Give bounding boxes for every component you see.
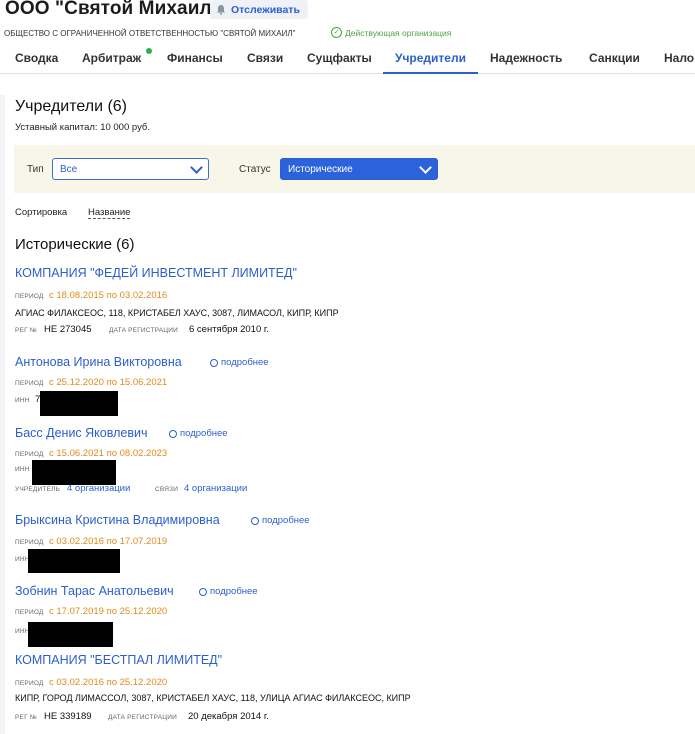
inn-caption: инн (15, 397, 30, 404)
tab-founders[interactable]: Учредители (395, 51, 466, 65)
chevron-down-icon (419, 161, 432, 174)
status-select[interactable]: Исторические (280, 158, 438, 180)
reg-date-value: 20 декабря 2014 г. (188, 711, 269, 722)
reg-date-value: 6 сентября 2010 г. (189, 324, 269, 335)
notification-dot (146, 48, 152, 54)
reg-no-caption: рег № (15, 714, 37, 721)
tab-reliability[interactable]: Надежность (490, 51, 562, 65)
track-label: Отслеживать (231, 3, 300, 16)
company-title: ООО "Святой Михаил" (5, 0, 221, 19)
more-link[interactable]: подробнее (167, 427, 228, 440)
address: КИПР, ГОРОД ЛИМАССОЛ, 3087, КРИСТАБЕЛ ХА… (15, 693, 411, 703)
active-tab-indicator (383, 72, 478, 74)
period-caption: период (15, 451, 44, 458)
reg-date-caption: дата регистрации (108, 714, 178, 721)
tab-facts[interactable]: Сущфакты (307, 51, 372, 65)
inn-caption: инн (15, 466, 30, 473)
company-full-name: ОБЩЕСТВО С ОГРАНИЧЕННОЙ ОТВЕТСТВЕННОСТЬЮ… (4, 29, 296, 38)
founder-caption: учредитель (15, 486, 61, 493)
founder-name-link[interactable]: Зобнин Тарас Анатольевич (15, 584, 174, 598)
period-value: с 15.06.2021 по 08.02.2023 (49, 448, 168, 459)
link-icon (197, 585, 209, 598)
type-select-value: Все (60, 163, 78, 175)
founder-name-link[interactable]: КОМПАНИЯ "БЕСТПАЛ ЛИМИТЕД" (15, 653, 222, 667)
redacted-inn (28, 549, 120, 573)
sort-by-name[interactable]: Название (88, 207, 131, 219)
tab-sanctions[interactable]: Санкции (589, 51, 640, 65)
founder-name-link[interactable]: Антонова Ирина Викторовна (15, 355, 182, 369)
status-label: Статус (239, 164, 271, 175)
period-caption: период (15, 609, 44, 616)
links-link[interactable]: 4 организации (184, 483, 247, 494)
founder-of-link[interactable]: 4 организации (67, 483, 130, 494)
sort-label: Сортировка (15, 207, 68, 218)
type-label: Тип (27, 164, 44, 175)
redacted-inn (32, 460, 116, 485)
chevron-down-icon (190, 161, 203, 174)
status-select-value: Исторические (288, 163, 353, 175)
tab-finance[interactable]: Финансы (167, 51, 223, 65)
group-title: Исторические (6) (15, 236, 135, 253)
period-caption: период (15, 293, 44, 300)
redacted-inn (40, 391, 118, 416)
founder-name-link[interactable]: Брыксина Кристина Владимировна (15, 513, 220, 527)
reg-no-value: НЕ 273045 (44, 324, 92, 335)
period-caption: период (15, 680, 44, 687)
link-icon (167, 427, 179, 440)
period-caption: период (15, 539, 44, 546)
type-select[interactable]: Все (52, 158, 209, 180)
more-link[interactable]: подробнее (208, 356, 269, 369)
period-value: с 25.12.2020 по 15.06.2021 (49, 377, 168, 388)
status-badge: ✓ Действующая организация (331, 27, 451, 38)
tab-arbitration[interactable]: Арбитраж (82, 51, 141, 65)
founder-name-link[interactable]: КОМПАНИЯ "ФЕДЕЙ ИНВЕСТМЕНТ ЛИМИТЕД" (15, 266, 297, 280)
period-value: с 18.08.2015 по 03.02.2016 (49, 290, 168, 301)
tab-summary[interactable]: Сводка (15, 51, 58, 65)
redacted-inn (28, 622, 113, 647)
bell-icon (217, 5, 225, 15)
links-caption: связи (155, 486, 179, 493)
section-title: Учредители (6) (15, 98, 128, 115)
tab-taxes[interactable]: Нало (664, 51, 694, 65)
check-circle-icon: ✓ (331, 27, 342, 38)
tab-links[interactable]: Связи (247, 51, 283, 65)
address: АГИАС ФИЛАКСЕОС, 118, КРИСТАБЕЛ ХАУС, 30… (15, 308, 339, 318)
period-value: с 03.02.2016 по 17.07.2019 (49, 536, 168, 547)
founder-name-link[interactable]: Басс Денис Яковлевич (15, 426, 147, 440)
status-text: Действующая организация (345, 27, 452, 38)
more-link[interactable]: подробнее (197, 585, 258, 598)
period-value: с 17.07.2019 по 25.12.2020 (49, 606, 168, 617)
link-icon (208, 356, 220, 369)
period-value: с 03.02.2016 по 25.12.2020 (49, 677, 168, 688)
authorized-capital: Уставный капитал: 10 000 руб. (15, 122, 151, 133)
reg-no-value: НЕ 339189 (44, 711, 92, 722)
period-caption: период (15, 380, 44, 387)
reg-date-caption: дата регистрации (109, 327, 179, 334)
more-link[interactable]: подробнее (249, 514, 310, 527)
track-button[interactable]: Отслеживать (210, 0, 308, 19)
reg-no-caption: рег № (15, 327, 37, 334)
link-icon (249, 514, 261, 527)
